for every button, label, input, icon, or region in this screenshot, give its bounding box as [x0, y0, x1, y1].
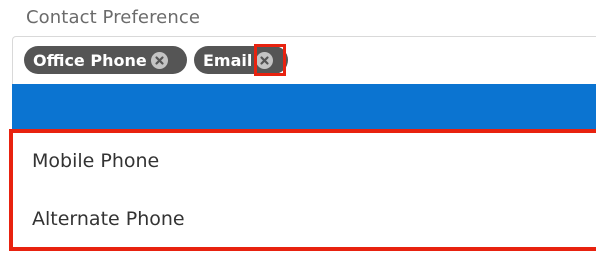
- tag-label: Email: [203, 50, 253, 70]
- option-alternate-phone[interactable]: Alternate Phone: [32, 208, 185, 230]
- dropdown-options-highlight: Mobile Phone Alternate Phone: [9, 129, 596, 251]
- highlighted-option-bar[interactable]: [12, 84, 596, 130]
- highlight-box-remove-email: [254, 44, 286, 76]
- multiselect-input[interactable]: Office Phone Email: [12, 36, 596, 84]
- field-label: Contact Preference: [26, 7, 201, 28]
- tag-label: Office Phone: [33, 50, 147, 70]
- tag-office-phone: Office Phone: [24, 46, 187, 74]
- option-mobile-phone[interactable]: Mobile Phone: [32, 150, 159, 172]
- close-circle-icon[interactable]: [150, 51, 168, 69]
